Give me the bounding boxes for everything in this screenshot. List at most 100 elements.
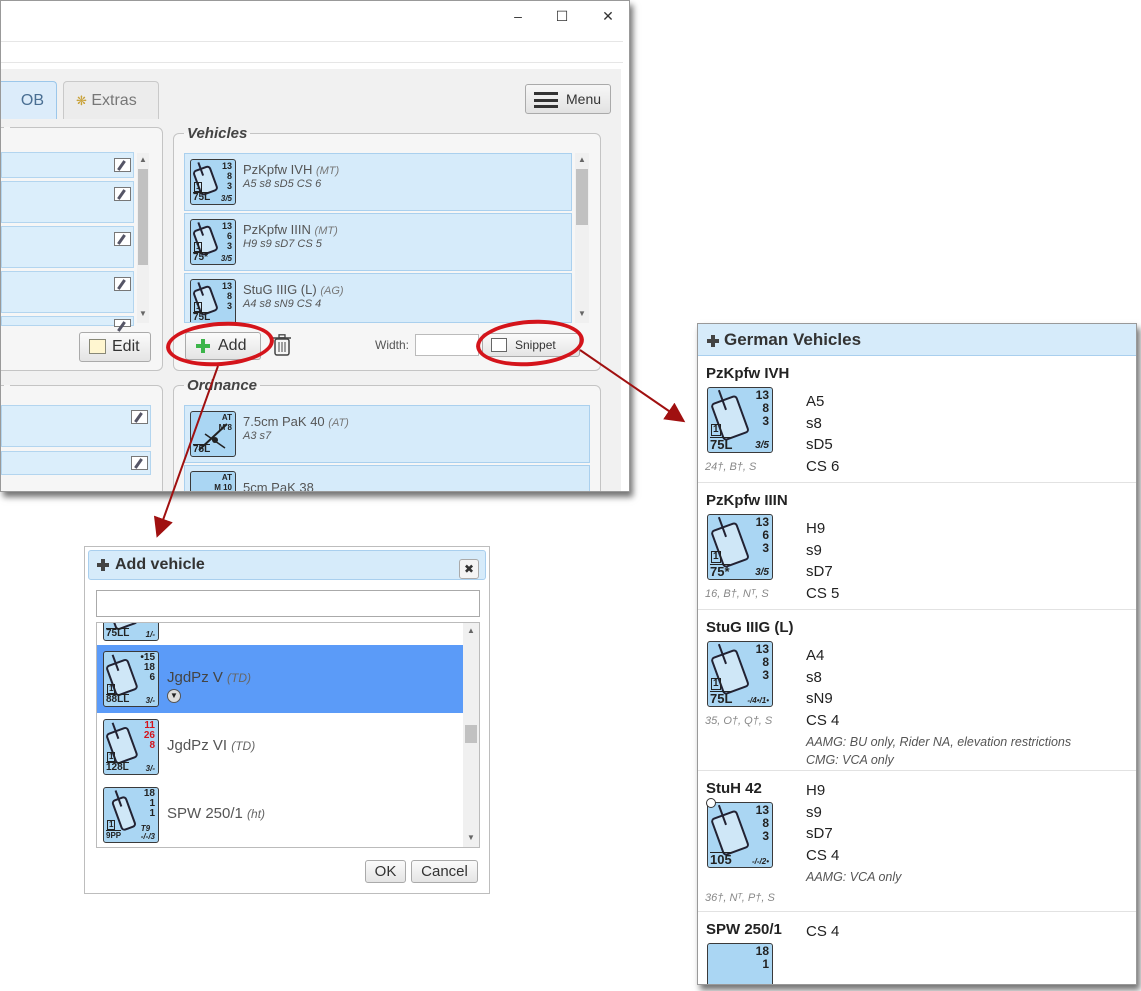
- list-item[interactable]: [1, 451, 151, 475]
- menu-button[interactable]: Menu: [525, 84, 611, 114]
- list-item[interactable]: [1, 271, 134, 313]
- snippet-notes: 16, B†, Nᵀ, S: [705, 588, 769, 600]
- address-bar[interactable]: [1, 41, 623, 63]
- scroll-up-icon[interactable]: ▲: [139, 155, 147, 164]
- scroll-down-icon[interactable]: ▼: [467, 833, 475, 842]
- counter-top-value: 13 8 3: [221, 281, 232, 311]
- scroll-up-icon[interactable]: ▲: [578, 155, 586, 164]
- snippet-title: German Vehicles: [724, 330, 862, 349]
- dialog-title: Add vehicle: [115, 556, 205, 573]
- counter-br-value: 3/-: [145, 764, 155, 773]
- counter-gun-value: 75L: [710, 691, 733, 706]
- list-item[interactable]: [1, 152, 134, 178]
- counter-top-value: AT M 10: [214, 473, 232, 492]
- counter-gun-value: 75LL: [106, 628, 130, 639]
- list-item[interactable]: [1, 405, 151, 447]
- cancel-button[interactable]: Cancel: [411, 860, 478, 883]
- scroll-down-icon[interactable]: ▼: [578, 309, 586, 318]
- counter-gun-value: 88LL: [106, 694, 130, 705]
- snippet-notes: 35, O†, Q†, S: [705, 715, 773, 727]
- counter-gun-value: 75L: [193, 444, 211, 455]
- edit-icon[interactable]: [114, 158, 131, 172]
- scroll-up-icon[interactable]: ▲: [467, 626, 475, 635]
- expand-circle-icon[interactable]: ▼: [167, 689, 181, 703]
- snippet-vehicle-name: PzKpfw IIIN: [706, 492, 788, 509]
- tab-ob[interactable]: OB: [1, 81, 57, 119]
- edit-icon[interactable]: [131, 456, 148, 470]
- snippet-entry: StuG IIIG (L) 13 8 3 1 75L -/4•/1• A4 s8 s…: [698, 611, 1136, 771]
- ordnance-row[interactable]: AT M 8 75L 7.5cm PaK 40 (AT) A3 s7: [184, 405, 590, 463]
- snippet-notes: 36†, Nᵀ, P†, S: [705, 892, 775, 904]
- trash-icon[interactable]: [273, 334, 291, 356]
- ok-button[interactable]: OK: [365, 860, 406, 883]
- edit-icon[interactable]: [114, 277, 131, 291]
- counter-left-value: 1: [194, 302, 203, 312]
- vehicle-counter-icon: 13 8 3 105 -/-/2•: [707, 802, 773, 868]
- snippet-vehicle-name: StuH 42: [706, 780, 762, 797]
- counter-gun-value: 75L: [710, 437, 733, 452]
- list-item[interactable]: [1, 226, 134, 268]
- width-input[interactable]: [415, 334, 479, 356]
- vehicle-row[interactable]: 13 8 3 1 75L StuG IIIG (L) (AG) A4 s8 sN…: [184, 273, 572, 323]
- vehicle-name: StuG IIIG (L) (AG): [243, 282, 344, 297]
- minimize-button[interactable]: –: [503, 5, 533, 27]
- vehicle-row[interactable]: 13 8 3 1 75L 3/5 PzKpfw IVH (MT) A5 s8 s…: [184, 153, 572, 211]
- scroll-thumb[interactable]: [465, 725, 477, 743]
- vehicle-list[interactable]: 75LL 1/- •15 18 6 1 88LL 3/- JgdPz V (TD…: [96, 622, 480, 848]
- scroll-down-icon[interactable]: ▼: [139, 309, 147, 318]
- dialog-title-bar[interactable]: Add vehicle ✖: [88, 550, 486, 580]
- list-item[interactable]: [1, 316, 134, 327]
- list-item-selected[interactable]: •15 18 6 1 88LL 3/- JgdPz V (TD) ▼: [97, 645, 463, 713]
- dialog-scrollbar[interactable]: ▲ ▼: [463, 623, 479, 847]
- ordnance-row[interactable]: AT M 10 5cm PaK 38: [184, 465, 590, 492]
- scroll-thumb[interactable]: [138, 169, 148, 265]
- snippet-vehicle-name: SPW 250/1: [706, 921, 782, 938]
- tab-extras[interactable]: ❋ Extras: [63, 81, 159, 119]
- title-bar: – ☐ ✕: [1, 1, 629, 33]
- edit-icon[interactable]: [114, 187, 131, 201]
- list-item[interactable]: 18 1 1 1 9PP T9 -/-/3 SPW 250/1 (ht): [97, 781, 463, 847]
- counter-br-value: 3/5: [755, 567, 769, 578]
- counter-br-value: 3/5: [755, 440, 769, 451]
- scroll-thumb[interactable]: [576, 169, 588, 225]
- counter-top-value: 18 1 1: [143, 788, 155, 819]
- maximize-button[interactable]: ☐: [547, 5, 577, 27]
- edit-icon[interactable]: [114, 319, 131, 327]
- edit-button-label: Edit: [112, 338, 140, 355]
- left-scrollbar[interactable]: ▲ ▼: [137, 153, 149, 323]
- vehicle-row[interactable]: 13 6 3 1 75* 3/5 PzKpfw IIIN (MT) H9 s9 …: [184, 213, 572, 271]
- vehicles-scrollbar[interactable]: ▲ ▼: [575, 153, 589, 323]
- vehicle-name: PzKpfw IIIN (MT): [243, 222, 338, 237]
- counter-left-value: 1: [194, 182, 203, 192]
- list-item[interactable]: 11 26 8 1 128L 3/- JgdPz VI (TD): [97, 713, 463, 781]
- close-icon[interactable]: ✖: [459, 559, 479, 579]
- tab-extras-label: Extras: [91, 92, 137, 109]
- counter-br-value: 3/5: [220, 194, 232, 203]
- list-item[interactable]: [1, 181, 134, 223]
- close-window-button[interactable]: ✕: [593, 5, 623, 27]
- vehicle-search-input[interactable]: [96, 590, 480, 617]
- snippet-entry: SPW 250/1 18 1 CS 4: [698, 913, 1136, 984]
- menu-label: Menu: [566, 91, 602, 107]
- snippet-stats: A5 s8 sD5 CS 6: [806, 393, 840, 475]
- edit-pencil-icon: [89, 339, 106, 354]
- snippet-entry: PzKpfw IVH 13 8 3 1 75L 3/5 A5 s8 sD5 CS 6 …: [698, 357, 1136, 483]
- counter-left-value: 1: [194, 242, 203, 252]
- move-icon: [707, 335, 719, 347]
- counter-top-value: 18 1: [755, 944, 769, 971]
- vehicle-counter-icon: 13 6 3 1 75* 3/5: [190, 219, 236, 265]
- counter-top-value: •15 18 6: [140, 652, 155, 683]
- snippet-stats: H9 s9 sD7 CS 4: [806, 782, 840, 864]
- edit-button[interactable]: Edit: [79, 332, 151, 362]
- counter-br-value: -/-/2•: [751, 857, 769, 866]
- counter-top-value: 11 26 8: [143, 720, 155, 751]
- tab-ob-label: OB: [20, 92, 44, 109]
- counter-top-value: 13 8 3: [755, 388, 769, 428]
- edit-icon[interactable]: [114, 232, 131, 246]
- list-item[interactable]: 75LL 1/-: [97, 623, 463, 647]
- counter-gun-value: 75L: [193, 192, 211, 203]
- circle-icon: [706, 798, 716, 808]
- vehicle-counter-icon: 13 8 3 1 75L 3/5: [190, 159, 236, 205]
- edit-icon[interactable]: [131, 410, 148, 424]
- vehicle-stats: A4 s8 sN9 CS 4: [243, 298, 322, 310]
